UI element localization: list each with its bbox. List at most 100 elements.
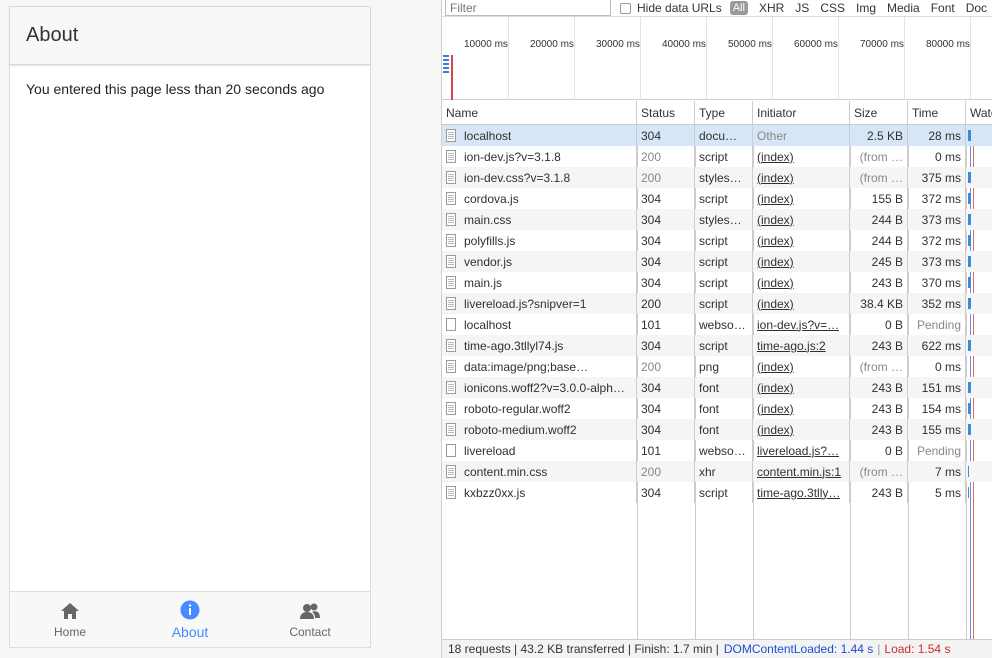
table-row[interactable]: data:image/png;base… 200 png (index) (from …… (442, 356, 992, 377)
request-type: png (695, 356, 753, 377)
table-row[interactable]: ion-dev.css?v=3.1.8 200 styles… (index) (fro… (442, 167, 992, 188)
filter-input[interactable] (445, 0, 611, 16)
request-name[interactable]: ion-dev.css?v=3.1.8 (442, 167, 637, 188)
table-row[interactable]: livereload.js?snipver=1 200 script (index) 3… (442, 293, 992, 314)
table-row[interactable]: cordova.js 304 script (index) 155 B 372 ms (442, 188, 992, 209)
request-initiator[interactable]: livereload.js?… (753, 440, 850, 461)
table-row[interactable]: localhost 304 docu… Other 2.5 KB 28 ms (442, 125, 992, 146)
request-initiator[interactable]: (index) (753, 209, 850, 230)
request-name[interactable]: roboto-regular.woff2 (442, 398, 637, 419)
tab-home[interactable]: Home (10, 592, 130, 647)
request-initiator[interactable]: (index) (753, 146, 850, 167)
type-filter-js[interactable]: JS (795, 1, 809, 15)
request-size: (from … (850, 146, 908, 167)
request-initiator[interactable]: (index) (753, 398, 850, 419)
request-name[interactable]: kxbzz0xx.js (442, 482, 637, 503)
column-name[interactable]: Name (442, 101, 637, 124)
table-row[interactable]: ionicons.woff2?v=3.0.0-alph… 304 font (inde… (442, 377, 992, 398)
column-initiator[interactable]: Initiator (753, 101, 850, 124)
column-status[interactable]: Status (637, 101, 695, 124)
table-row[interactable]: main.js 304 script (index) 243 B 370 ms (442, 272, 992, 293)
table-row[interactable]: roboto-regular.woff2 304 font (index) 243 B1… (442, 398, 992, 419)
request-time: 622 ms (908, 335, 966, 356)
column-time[interactable]: Time (908, 101, 966, 124)
request-initiator[interactable]: (index) (753, 188, 850, 209)
type-filter-all[interactable]: All (729, 1, 748, 15)
column-type[interactable]: Type (695, 101, 753, 124)
type-filter-css[interactable]: CSS (820, 1, 845, 15)
request-name[interactable]: livereload.js?snipver=1 (442, 293, 637, 314)
request-name[interactable]: roboto-medium.woff2 (442, 419, 637, 440)
request-type: script (695, 188, 753, 209)
request-status: 304 (637, 482, 695, 503)
request-name[interactable]: localhost (442, 125, 637, 146)
waterfall-bar (968, 277, 971, 288)
request-initiator[interactable]: (index) (753, 293, 850, 314)
table-row[interactable]: polyfills.js 304 script (index) 244 B 372 ms (442, 230, 992, 251)
table-row[interactable]: livereload 101 webso… livereload.js?… 0 B Pen… (442, 440, 992, 461)
request-name[interactable]: ionicons.woff2?v=3.0.0-alph… (442, 377, 637, 398)
request-initiator[interactable]: (index) (753, 251, 850, 272)
overview-gridline (574, 17, 575, 100)
request-waterfall (966, 377, 992, 398)
tab-about[interactable]: About (130, 592, 250, 647)
request-size: 243 B (850, 272, 908, 293)
request-initiator[interactable]: (index) (753, 377, 850, 398)
file-icon (446, 276, 456, 289)
request-type: script (695, 230, 753, 251)
request-initiator[interactable]: (index) (753, 230, 850, 251)
type-filter-img[interactable]: Img (856, 1, 876, 15)
request-initiator[interactable]: (index) (753, 419, 850, 440)
file-icon (446, 255, 456, 268)
table-row[interactable]: kxbzz0xx.js 304 script time-ago.3tlly… 243 B… (442, 482, 992, 503)
request-initiator[interactable]: time-ago.3tlly… (753, 482, 850, 503)
table-row[interactable]: content.min.css 200 xhr content.min.js:1 (fr… (442, 461, 992, 482)
tab-contact[interactable]: Contact (250, 592, 370, 647)
request-name[interactable]: localhost (442, 314, 637, 335)
request-waterfall (966, 482, 992, 503)
column-waterfall[interactable]: Waterfall (966, 101, 992, 124)
page-content: You entered this page less than 20 secon… (10, 65, 370, 113)
type-filter-media[interactable]: Media (887, 1, 920, 15)
request-name[interactable]: cordova.js (442, 188, 637, 209)
request-name[interactable]: ion-dev.js?v=3.1.8 (442, 146, 637, 167)
timeline-overview[interactable]: 10000 ms 20000 ms 30000 ms 40000 ms 50000 ms… (442, 17, 992, 100)
request-initiator[interactable]: (index) (753, 356, 850, 377)
request-name[interactable]: vendor.js (442, 251, 637, 272)
request-name[interactable]: content.min.css (442, 461, 637, 482)
request-time: 151 ms (908, 377, 966, 398)
type-filter-font[interactable]: Font (931, 1, 955, 15)
request-name[interactable]: polyfills.js (442, 230, 637, 251)
request-initiator[interactable]: time-ago.js:2 (753, 335, 850, 356)
request-type: docu… (695, 125, 753, 146)
request-initiator[interactable]: content.min.js:1 (753, 461, 850, 482)
request-initiator[interactable]: (index) (753, 272, 850, 293)
status-separator: | (877, 642, 881, 656)
column-size[interactable]: Size (850, 101, 908, 124)
request-name[interactable]: time-ago.3tllyl74.js (442, 335, 637, 356)
hide-data-urls-toggle[interactable]: Hide data URLs (620, 1, 722, 15)
table-row[interactable]: main.css 304 styles… (index) 244 B 373 ms (442, 209, 992, 230)
table-row[interactable]: localhost 101 webso… ion-dev.js?v=… 0 B Pendi… (442, 314, 992, 335)
request-name[interactable]: data:image/png;base… (442, 356, 637, 377)
request-waterfall (966, 440, 992, 461)
request-type: styles… (695, 167, 753, 188)
info-icon (179, 599, 201, 621)
file-icon (446, 318, 456, 331)
hide-data-urls-checkbox[interactable] (620, 2, 631, 14)
request-waterfall (966, 188, 992, 209)
overview-load-line (451, 55, 453, 100)
request-initiator[interactable]: (index) (753, 167, 850, 188)
table-row[interactable]: time-ago.3tllyl74.js 304 script time-ago.js… (442, 335, 992, 356)
request-name[interactable]: main.css (442, 209, 637, 230)
type-filter-xhr[interactable]: XHR (759, 1, 784, 15)
type-filter-doc[interactable]: Doc (966, 1, 987, 15)
request-waterfall (966, 251, 992, 272)
table-row[interactable]: ion-dev.js?v=3.1.8 200 script (index) (from … (442, 146, 992, 167)
request-initiator[interactable]: ion-dev.js?v=… (753, 314, 850, 335)
request-status: 304 (637, 335, 695, 356)
request-name[interactable]: main.js (442, 272, 637, 293)
table-row[interactable]: roboto-medium.woff2 304 font (index) 243 B 15… (442, 419, 992, 440)
table-row[interactable]: vendor.js 304 script (index) 245 B 373 ms (442, 251, 992, 272)
request-name[interactable]: livereload (442, 440, 637, 461)
